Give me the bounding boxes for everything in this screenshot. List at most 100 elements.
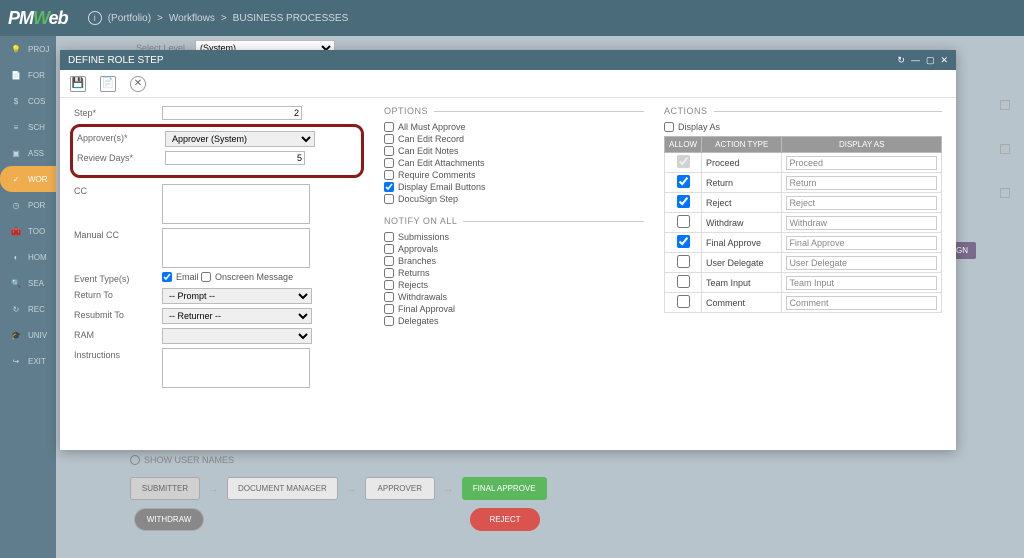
option-checkbox[interactable] xyxy=(384,182,394,192)
allow-checkbox[interactable] xyxy=(677,175,690,188)
sidebar-item-cos[interactable]: $COS xyxy=(0,88,56,114)
sidebar-item-proj[interactable]: 💡PROJ xyxy=(0,36,56,62)
maximize-icon[interactable]: ▢ xyxy=(926,55,935,66)
notify-delegates[interactable]: Delegates xyxy=(384,316,644,326)
allow-checkbox[interactable] xyxy=(677,235,690,248)
wf-docmgr[interactable]: DOCUMENT MANAGER xyxy=(227,477,338,500)
display-as-input[interactable] xyxy=(786,256,937,270)
step-input[interactable] xyxy=(162,106,302,120)
option-checkbox[interactable] xyxy=(384,158,394,168)
sidebar-item-por[interactable]: ◷POR xyxy=(0,192,56,218)
option-checkbox[interactable] xyxy=(384,146,394,156)
instructions-textarea[interactable] xyxy=(162,348,310,388)
option-checkbox[interactable] xyxy=(384,122,394,132)
notify-checkbox[interactable] xyxy=(384,232,394,242)
notify-checkbox[interactable] xyxy=(384,256,394,266)
return-to-select[interactable]: -- Prompt -- xyxy=(162,288,312,304)
refresh-icon[interactable]: ↻ xyxy=(897,55,905,66)
sidebar-item-for[interactable]: 📄FOR xyxy=(0,62,56,88)
display-as-toggle[interactable] xyxy=(664,122,674,132)
display-as-input[interactable] xyxy=(786,276,937,290)
highlighted-fields: Approver(s)* Approver (System) Review Da… xyxy=(70,124,364,178)
manual-cc-textarea[interactable] xyxy=(162,228,310,268)
display-as-input[interactable] xyxy=(786,296,937,310)
option-can-edit-attachments[interactable]: Can Edit Attachments xyxy=(384,158,644,168)
sidebar-item-rec[interactable]: ↻REC xyxy=(0,296,56,322)
notify-submissions[interactable]: Submissions xyxy=(384,232,644,242)
display-as-input[interactable] xyxy=(786,156,937,170)
show-user-names-radio[interactable] xyxy=(130,455,140,465)
display-as-input[interactable] xyxy=(786,216,937,230)
ram-label: RAM xyxy=(74,328,162,340)
notify-checkbox[interactable] xyxy=(384,280,394,290)
allow-checkbox[interactable] xyxy=(677,155,690,168)
allow-checkbox[interactable] xyxy=(677,215,690,228)
option-can-edit-record[interactable]: Can Edit Record xyxy=(384,134,644,144)
info-icon[interactable]: i xyxy=(88,11,102,25)
notify-checkbox[interactable] xyxy=(384,304,394,314)
option-display-email-buttons[interactable]: Display Email Buttons xyxy=(384,182,644,192)
option-can-edit-notes[interactable]: Can Edit Notes xyxy=(384,146,644,156)
event-email-checkbox[interactable] xyxy=(162,272,172,282)
option-docusign-step[interactable]: DocuSign Step xyxy=(384,194,644,204)
option-all-must-approve[interactable]: All Must Approve xyxy=(384,122,644,132)
close-icon[interactable]: ✕ xyxy=(940,55,948,66)
options-title: OPTIONS xyxy=(384,106,644,116)
display-as-input[interactable] xyxy=(786,196,937,210)
notify-returns[interactable]: Returns xyxy=(384,268,644,278)
sidebar-item-ass[interactable]: ▣ASS xyxy=(0,140,56,166)
event-onscreen-checkbox[interactable] xyxy=(201,272,211,282)
notify-branches[interactable]: Branches xyxy=(384,256,644,266)
sidebar-item-label: PROJ xyxy=(28,45,49,54)
save-new-icon[interactable]: 📄 xyxy=(100,76,116,92)
allow-checkbox[interactable] xyxy=(677,255,690,268)
sidebar-item-label: SEA xyxy=(28,279,44,288)
resubmit-to-select[interactable]: -- Returner -- xyxy=(162,308,312,324)
allow-checkbox[interactable] xyxy=(677,195,690,208)
save-icon[interactable]: 💾 xyxy=(70,76,86,92)
display-as-input[interactable] xyxy=(786,176,937,190)
allow-checkbox[interactable] xyxy=(677,295,690,308)
option-require-comments[interactable]: Require Comments xyxy=(384,170,644,180)
action-row-comment: Comment xyxy=(665,293,942,313)
breadcrumb-sep: > xyxy=(157,13,163,24)
approvers-select[interactable]: Approver (System) xyxy=(165,131,315,147)
notify-final-approval[interactable]: Final Approval xyxy=(384,304,644,314)
wf-submitter[interactable]: SUBMITTER xyxy=(130,477,200,500)
breadcrumb-root[interactable]: (Portfolio) xyxy=(108,13,151,24)
action-row-reject: Reject xyxy=(665,193,942,213)
notify-rejects[interactable]: Rejects xyxy=(384,280,644,290)
notify-checkbox[interactable] xyxy=(384,316,394,326)
cc-textarea[interactable] xyxy=(162,184,310,224)
option-checkbox[interactable] xyxy=(384,170,394,180)
sidebar-icon: ↪ xyxy=(10,357,22,366)
sidebar-item-univ[interactable]: 🎓UNIV xyxy=(0,322,56,348)
sidebar-item-hom[interactable]: ◐HOM xyxy=(0,244,56,270)
sidebar-item-too[interactable]: 🧰TOO xyxy=(0,218,56,244)
form-right-column: ACTIONS Display As ALLOW ACTION TYPE DIS… xyxy=(664,106,942,392)
sidebar-item-exit[interactable]: ↪EXIT xyxy=(0,348,56,374)
breadcrumb-l1[interactable]: Workflows xyxy=(169,13,215,24)
notify-approvals[interactable]: Approvals xyxy=(384,244,644,254)
sidebar-item-sch[interactable]: ≡SCH xyxy=(0,114,56,140)
sidebar-item-sea[interactable]: 🔍SEA xyxy=(0,270,56,296)
display-as-input[interactable] xyxy=(786,236,937,250)
notify-checkbox[interactable] xyxy=(384,292,394,302)
wf-final-approve[interactable]: FINAL APPROVE xyxy=(462,477,547,500)
wf-reject[interactable]: REJECT xyxy=(470,508,540,531)
minimize-icon[interactable]: — xyxy=(911,55,920,66)
allow-checkbox[interactable] xyxy=(677,275,690,288)
cancel-icon[interactable]: ✕ xyxy=(130,76,146,92)
notify-withdrawals[interactable]: Withdrawals xyxy=(384,292,644,302)
option-checkbox[interactable] xyxy=(384,134,394,144)
wf-withdraw[interactable]: WITHDRAW xyxy=(134,508,204,531)
notify-checkbox[interactable] xyxy=(384,268,394,278)
option-checkbox[interactable] xyxy=(384,194,394,204)
ram-select[interactable] xyxy=(162,328,312,344)
notify-checkbox[interactable] xyxy=(384,244,394,254)
sidebar-item-wor[interactable]: ✓WOR xyxy=(0,166,56,192)
breadcrumb-l2: BUSINESS PROCESSES xyxy=(233,13,349,24)
wf-approver[interactable]: APPROVER xyxy=(365,477,435,500)
review-days-input[interactable] xyxy=(165,151,305,165)
bg-check-column xyxy=(1000,100,1010,198)
